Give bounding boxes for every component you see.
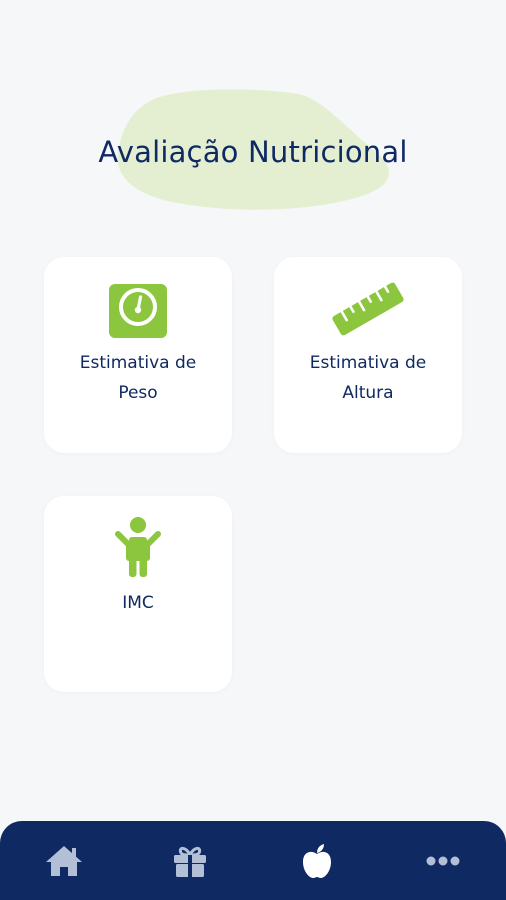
- page-title: Avaliação Nutricional: [98, 135, 408, 169]
- nav-more-button[interactable]: [421, 841, 465, 881]
- nav-nutrition-button[interactable]: [295, 841, 339, 881]
- nutrition-assessment-screen: Avaliação Nutricional Estimativa de Peso: [0, 0, 506, 900]
- scale-icon: [44, 283, 232, 339]
- ruler-icon: [274, 281, 462, 337]
- weight-estimate-label-line1: Estimativa de: [79, 353, 197, 373]
- weight-estimate-label-line2: Peso: [118, 383, 158, 403]
- more-dots-icon: [426, 856, 460, 866]
- bmi-card[interactable]: IMC: [44, 496, 232, 692]
- weight-estimate-label: Estimativa de Peso: [44, 348, 232, 408]
- gift-icon: [174, 846, 206, 877]
- bottom-navigation-bar: [0, 821, 506, 900]
- nav-home-button[interactable]: [42, 841, 86, 881]
- nav-gifts-button[interactable]: [168, 841, 212, 881]
- height-estimate-card[interactable]: Estimativa de Altura: [274, 257, 462, 453]
- child-figure-icon: [44, 516, 232, 578]
- weight-estimate-card[interactable]: Estimativa de Peso: [44, 257, 232, 453]
- bmi-label: IMC: [122, 593, 154, 613]
- height-estimate-label-line2: Altura: [342, 383, 394, 403]
- height-estimate-label: Estimativa de Altura: [274, 348, 462, 408]
- apple-icon: [303, 844, 331, 878]
- height-estimate-label-line1: Estimativa de: [309, 353, 427, 373]
- home-icon: [46, 846, 82, 876]
